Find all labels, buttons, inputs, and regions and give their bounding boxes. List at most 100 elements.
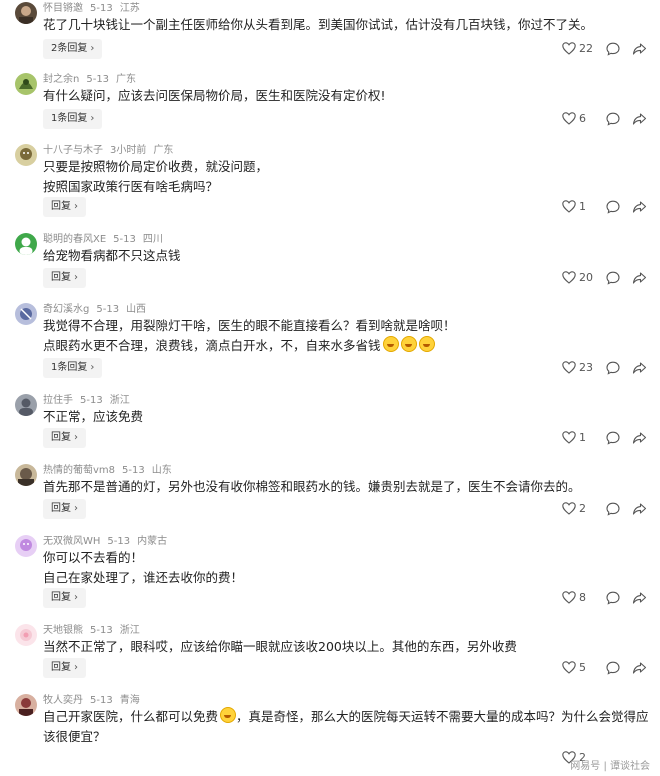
- timestamp: 5-13: [80, 395, 103, 406]
- comment-icon[interactable]: [606, 42, 620, 56]
- avatar[interactable]: [15, 535, 37, 557]
- comment-meta: 聪明的春风XE 5-13 四川: [43, 233, 170, 246]
- region: 内蒙古: [137, 536, 168, 547]
- reply-label: 回复: [51, 503, 71, 514]
- avatar[interactable]: [15, 394, 37, 416]
- avatar[interactable]: [15, 233, 37, 255]
- username[interactable]: 奇幻溪水g: [43, 304, 89, 315]
- username[interactable]: 聪明的春风XE: [43, 234, 106, 245]
- share-icon[interactable]: [632, 42, 647, 56]
- timestamp: 5-13: [96, 304, 120, 315]
- comment-line-with-emoji: 点眼药水更不合理，浪费钱，滴点白开水，不，自来水多省钱: [43, 336, 456, 356]
- comment-icon[interactable]: [606, 591, 620, 605]
- like-icon[interactable]: [562, 591, 576, 604]
- comment-icon[interactable]: [606, 112, 620, 126]
- reply-button[interactable]: 1条回复 ›: [43, 109, 103, 129]
- comment-text: 给宠物看病都不只这点钱: [43, 246, 181, 266]
- username[interactable]: 天地银熊: [43, 625, 83, 636]
- chevron-right-icon: ›: [74, 272, 78, 283]
- crying-laughing-emoji-icon: [220, 707, 237, 723]
- reply-label: 回复: [51, 201, 71, 212]
- laughing-emoji-icon: [418, 336, 435, 352]
- like-count: 6: [579, 112, 586, 125]
- reply-button[interactable]: 回复 ›: [43, 588, 86, 608]
- comment-meta: 拉住手 5-13 浙江: [43, 394, 137, 407]
- like-icon[interactable]: [562, 502, 576, 515]
- username[interactable]: 怀目锵邀: [43, 3, 83, 14]
- region: 山东: [151, 465, 172, 476]
- share-icon[interactable]: [632, 271, 647, 285]
- username[interactable]: 无双微风WH: [43, 536, 100, 547]
- comment-meta: 热情的葡萄vm8 5-13 山东: [43, 464, 179, 477]
- reply-button[interactable]: 回复 ›: [43, 499, 86, 519]
- timestamp: 5-13: [86, 74, 110, 85]
- share-icon[interactable]: [632, 112, 647, 126]
- region: 浙江: [119, 625, 140, 636]
- reply-button[interactable]: 2条回复 ›: [43, 39, 103, 59]
- avatar[interactable]: [15, 303, 37, 325]
- comment-line: 有什么疑问，应该去问医保局物价局，医生和医院没有定价权!: [43, 88, 386, 103]
- comment-icon[interactable]: [606, 502, 620, 516]
- chevron-right-icon: ›: [74, 432, 78, 443]
- avatar[interactable]: [15, 144, 37, 166]
- comment-icon[interactable]: [606, 271, 620, 285]
- reply-button[interactable]: 回复 ›: [43, 428, 86, 448]
- username[interactable]: 热情的葡萄vm8: [43, 465, 115, 476]
- avatar[interactable]: [15, 73, 37, 95]
- comment-actions: 5: [562, 658, 652, 678]
- like-count: 8: [579, 591, 586, 604]
- avatar[interactable]: [15, 2, 37, 24]
- like-icon[interactable]: [562, 661, 576, 674]
- username[interactable]: 牧人奕丹: [43, 695, 83, 706]
- comment-actions: 23: [562, 358, 652, 378]
- comment-line: 我觉得不合理，用裂隙灯干啥，医生的眼不能直接看么？看到啥就是啥呗！: [43, 318, 456, 333]
- like-icon[interactable]: [562, 112, 576, 125]
- reply-button[interactable]: 回复 ›: [43, 268, 86, 288]
- avatar[interactable]: [15, 624, 37, 646]
- like-icon[interactable]: [562, 42, 576, 55]
- reply-button[interactable]: 1条回复 ›: [43, 358, 103, 378]
- share-icon[interactable]: [632, 661, 647, 675]
- comment-meta: 天地银熊 5-13 浙江: [43, 624, 147, 637]
- region: 浙江: [109, 395, 130, 406]
- comment-icon[interactable]: [606, 200, 620, 214]
- comment-text: 有什么疑问，应该去问医保局物价局，医生和医院没有定价权!: [43, 86, 386, 106]
- like-icon[interactable]: [562, 271, 576, 284]
- share-icon[interactable]: [632, 431, 647, 445]
- avatar[interactable]: [15, 464, 37, 486]
- share-icon[interactable]: [632, 502, 647, 516]
- share-icon[interactable]: [632, 361, 647, 375]
- comment-line: 点眼药水更不合理，浪费钱，滴点白开水，不，自来水多省钱: [43, 338, 381, 353]
- like-icon[interactable]: [562, 431, 576, 444]
- comment-meta: 牧人奕丹 5-13 青海: [43, 694, 147, 707]
- comment-actions: 20: [562, 268, 652, 288]
- comment-meta: 封之余n 5-13 广东: [43, 73, 143, 86]
- reply-label: 回复: [51, 272, 71, 283]
- username[interactable]: 拉住手: [43, 395, 73, 406]
- share-icon[interactable]: [632, 591, 647, 605]
- username[interactable]: 十八子与木子: [43, 145, 103, 156]
- comment-meta: 无双微风WH 5-13 内蒙古: [43, 535, 174, 548]
- region: 山西: [126, 304, 147, 315]
- like-icon[interactable]: [562, 361, 576, 374]
- comment-icon[interactable]: [606, 431, 620, 445]
- reply-button[interactable]: 回复 ›: [43, 658, 86, 678]
- chevron-right-icon: ›: [74, 503, 78, 514]
- comment-icon[interactable]: [606, 661, 620, 675]
- comment-line: 你可以不去看的！: [43, 550, 144, 565]
- comment-icon[interactable]: [606, 361, 620, 375]
- like-icon[interactable]: [562, 200, 576, 213]
- username[interactable]: 封之余n: [43, 74, 79, 85]
- region: 青海: [119, 695, 140, 706]
- reply-label: 1条回复: [51, 362, 88, 373]
- comment-actions: 1: [562, 428, 652, 448]
- comment-line: 花了几十块钱让一个副主任医师给你从头看到尾。到美国你试试，估计没有几百块钱，你过…: [43, 17, 594, 32]
- like-count: 22: [579, 42, 593, 55]
- avatar[interactable]: [15, 694, 37, 716]
- region: 广东: [116, 74, 137, 85]
- reply-button[interactable]: 回复 ›: [43, 197, 86, 217]
- share-icon[interactable]: [632, 200, 647, 214]
- watermark: 网易号 | 谭谈社会: [570, 761, 650, 772]
- like-count: 2: [579, 502, 586, 515]
- comment-meta: 怀目锵邀 5-13 江苏: [43, 2, 147, 15]
